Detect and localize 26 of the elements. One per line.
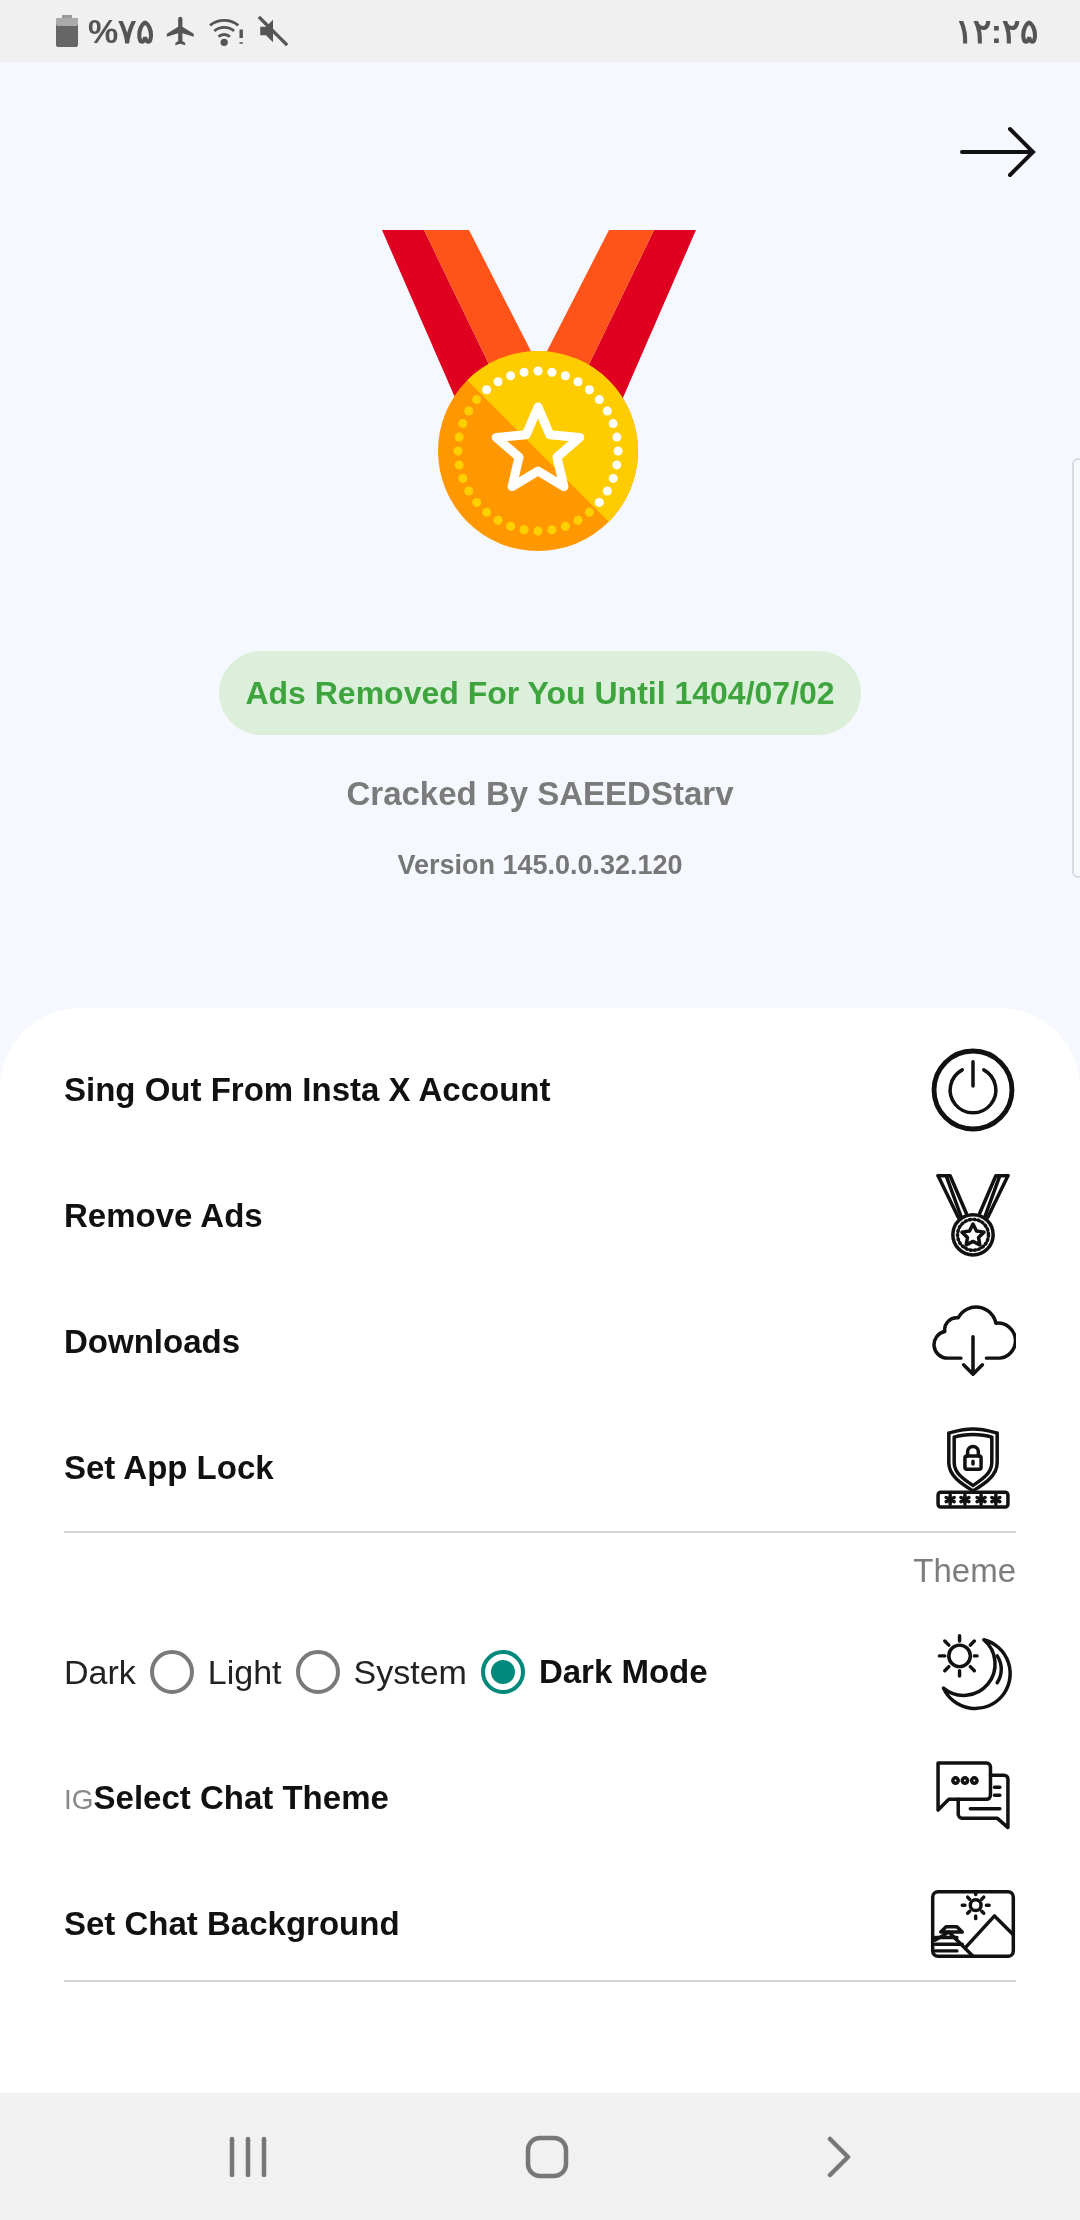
radio-button[interactable] [295, 1650, 340, 1694]
theme-radio-option[interactable]: Light [207, 1650, 340, 1694]
version-text: Version 145.0.0.32.120 [397, 850, 683, 881]
back-icon[interactable] [825, 2135, 852, 2178]
theme-radio-option[interactable]: System [353, 1650, 525, 1694]
theme-radio-option[interactable]: Dark [64, 1650, 194, 1694]
power-icon [930, 1047, 1016, 1133]
home-icon[interactable] [525, 2134, 569, 2179]
battery-icon [56, 15, 78, 47]
menu-item[interactable]: IGSelect Chat Theme [64, 1779, 389, 1817]
recent-apps-icon[interactable] [228, 2135, 269, 2178]
battery-percent: %۷۵ [88, 11, 155, 51]
ads-removed-badge: Ads Removed For You Until 1404/07/02 [219, 651, 861, 735]
menu-item[interactable]: Remove Ads [64, 1197, 263, 1235]
forward-arrow-icon[interactable] [960, 126, 1036, 178]
radio-button[interactable] [149, 1650, 194, 1694]
dark-mode-label: Dark Mode [538, 1653, 708, 1691]
menu-item[interactable]: Downloads [64, 1323, 240, 1361]
menu-item[interactable]: Sing Out From Insta X Account [64, 1071, 551, 1109]
menu-item[interactable]: Set Chat Background [64, 1905, 400, 1943]
section-title: Theme [913, 1552, 1016, 1590]
credit-text: Cracked By SAEEDStarv [346, 775, 734, 813]
mute-icon [256, 14, 291, 48]
menu-item[interactable]: Set App Lock [64, 1449, 274, 1487]
clock: ۱۲:۲۵ [954, 11, 1038, 51]
radio-button[interactable] [480, 1650, 525, 1694]
